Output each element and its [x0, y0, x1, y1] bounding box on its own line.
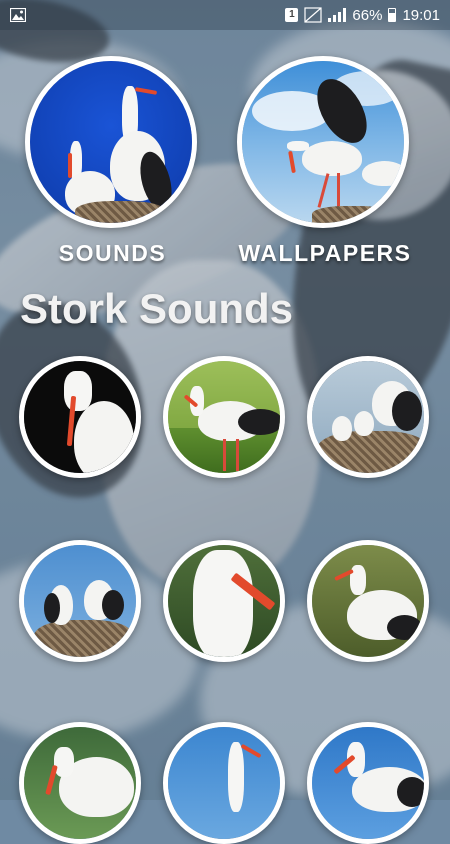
sound-item-4[interactable]	[19, 540, 141, 662]
clock: 19:01	[402, 6, 440, 24]
section-title: Stork Sounds	[20, 285, 294, 332]
battery-percent: 66%	[352, 6, 383, 24]
sound-item-3[interactable]	[307, 356, 429, 478]
sound-item-9[interactable]	[307, 722, 429, 844]
status-bar: 1 66% 19:01	[0, 0, 450, 30]
battery-icon	[388, 8, 397, 22]
sound-item-2[interactable]	[163, 356, 285, 478]
sound-item-7[interactable]	[19, 722, 141, 844]
sound-item-6[interactable]	[307, 540, 429, 662]
wallpapers-button[interactable]	[237, 56, 409, 228]
no-signal-icon	[304, 7, 323, 23]
wallpapers-label[interactable]: WALLPAPERS	[225, 240, 425, 267]
sound-item-5[interactable]	[163, 540, 285, 662]
sounds-label[interactable]: SOUNDS	[20, 240, 205, 267]
sound-item-1[interactable]	[19, 356, 141, 478]
sound-item-8[interactable]	[163, 722, 285, 844]
signal-icon	[328, 8, 347, 22]
sounds-button[interactable]	[25, 56, 197, 228]
sim-badge: 1	[285, 8, 299, 22]
image-icon	[10, 8, 26, 22]
